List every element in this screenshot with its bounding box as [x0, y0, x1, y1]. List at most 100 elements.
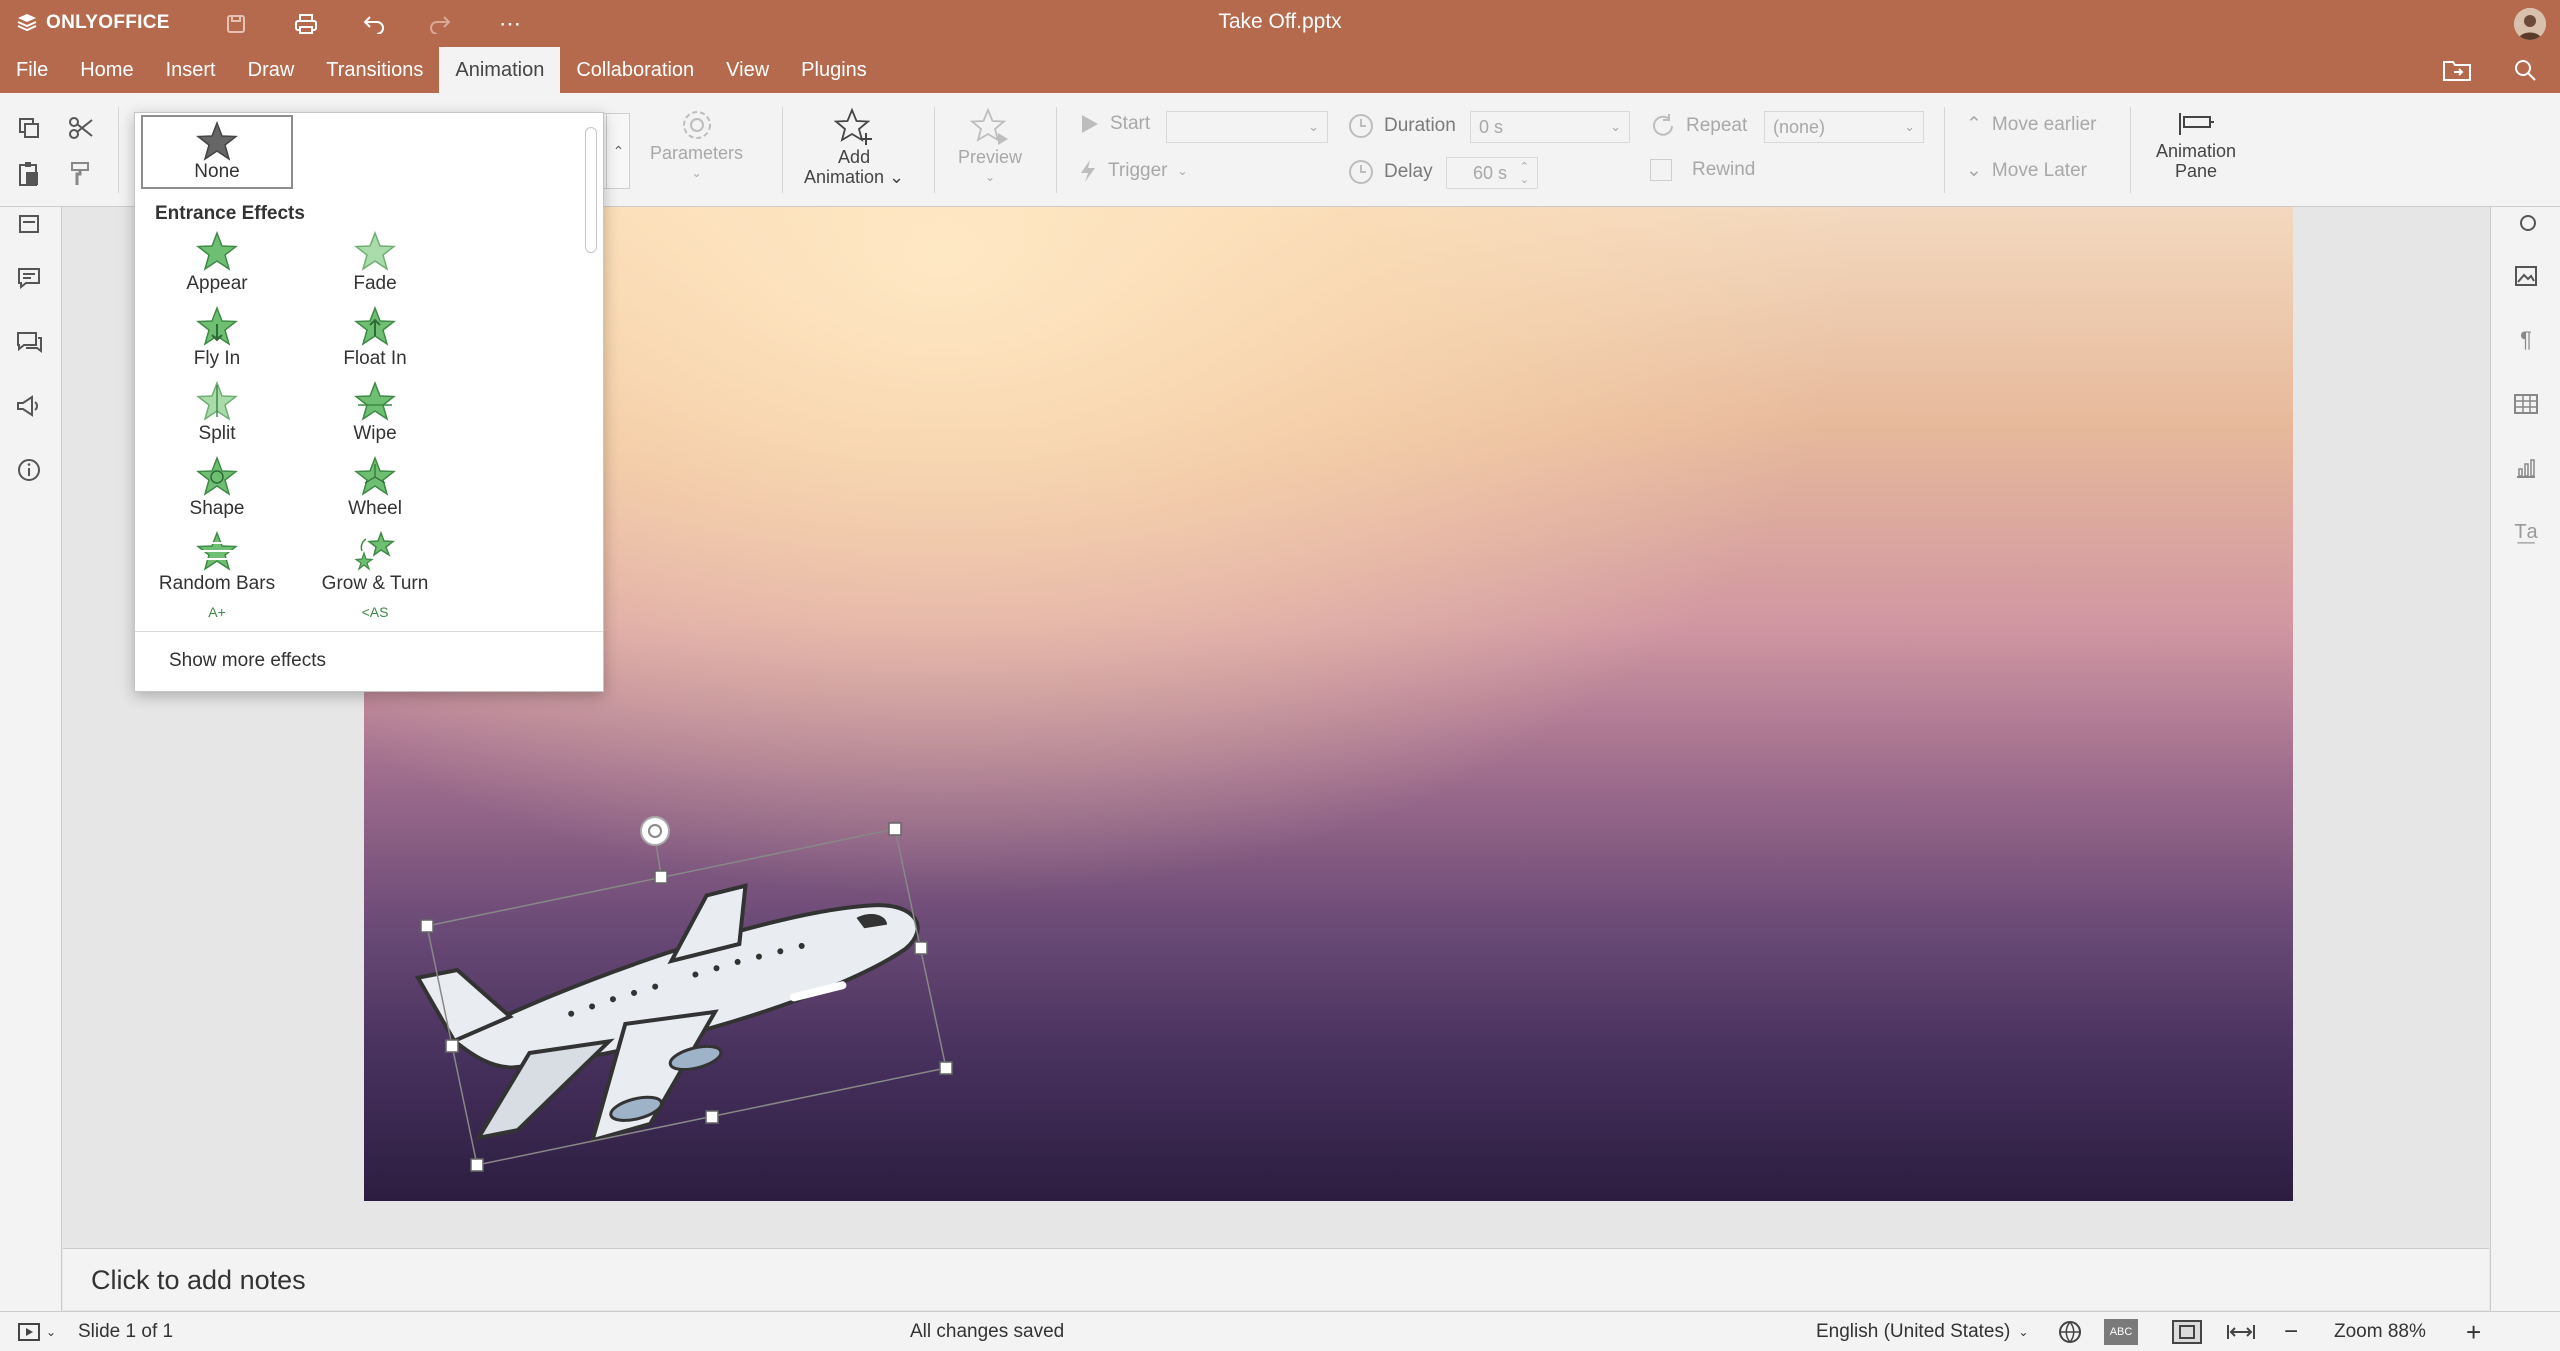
show-more-effects-link[interactable]: Show more effects [169, 650, 326, 672]
menu-animation[interactable]: Animation [439, 47, 561, 93]
effect-shape[interactable]: Shape [141, 456, 293, 528]
user-avatar[interactable] [2514, 8, 2546, 40]
preview-button[interactable]: Preview ⌄ [958, 107, 1022, 187]
redo-button[interactable] [420, 6, 460, 42]
slide-counter: Slide 1 of 1 [78, 1321, 174, 1342]
notes-panel[interactable]: Click to add notes [63, 1248, 2489, 1310]
spellcheck-button[interactable]: ABC [2104, 1312, 2138, 1351]
chevron-up-icon: ⌃ [612, 142, 625, 159]
duration-label: Duration [1384, 115, 1456, 136]
menu-file[interactable]: File [0, 47, 64, 93]
table-settings-button[interactable] [2509, 387, 2543, 421]
gear-icon [682, 111, 711, 139]
slides-panel-button[interactable] [12, 207, 46, 241]
search-button[interactable] [2508, 55, 2542, 85]
paragraph-settings-button[interactable]: ¶ [2509, 323, 2543, 357]
zoom-out-button[interactable]: − [2284, 1312, 2298, 1351]
effect-none[interactable]: None [141, 115, 293, 189]
cut-button[interactable] [64, 111, 98, 145]
repeat-select[interactable]: (none) ⌄ [1764, 111, 1924, 143]
effect-fly-in[interactable]: Fly In [141, 306, 293, 378]
resize-handle[interactable] [470, 1158, 484, 1172]
resize-handle[interactable] [914, 941, 928, 955]
fit-to-width-button[interactable] [2226, 1312, 2256, 1351]
fit-to-slide-button[interactable] [2172, 1312, 2202, 1351]
menu-insert[interactable]: Insert [150, 47, 232, 93]
add-animation-label-2: Animation ⌄ [804, 167, 905, 187]
zoom-level[interactable]: Zoom 88% [2334, 1312, 2426, 1351]
menu-view[interactable]: View [710, 47, 785, 93]
effect-wheel[interactable]: Wheel [299, 456, 451, 528]
effect-wipe[interactable]: Wipe [299, 381, 451, 453]
effect-grow-turn[interactable]: Grow & Turn [299, 531, 451, 603]
menu-collaboration[interactable]: Collaboration [560, 47, 710, 93]
text-art-settings-button[interactable]: T͟a [2509, 515, 2543, 549]
rewind-checkbox-group[interactable]: Rewind [1650, 159, 1755, 181]
zoom-in-button[interactable]: + [2466, 1312, 2481, 1351]
dropdown-scrollbar[interactable] [585, 127, 597, 253]
fit-slide-icon [2172, 1320, 2202, 1344]
document-language-button[interactable] [2058, 1312, 2082, 1351]
about-button[interactable] [12, 453, 46, 487]
save-button[interactable] [216, 6, 256, 42]
comments-button[interactable] [12, 261, 46, 295]
undo-icon [363, 16, 384, 34]
resize-handle[interactable] [705, 1110, 719, 1124]
trigger-button[interactable]: Trigger ⌄ [1078, 159, 1188, 183]
feedback-button[interactable] [12, 389, 46, 423]
menu-home[interactable]: Home [64, 47, 149, 93]
effect-float-in[interactable]: Float In [299, 306, 451, 378]
delay-spinner[interactable]: 60 s ⌃ ⌄ [1446, 157, 1538, 189]
resize-handle[interactable] [420, 919, 434, 933]
parameters-button[interactable]: Parameters ⌄ [650, 107, 743, 183]
image-settings-button[interactable] [2509, 259, 2543, 293]
chart-settings-button[interactable] [2509, 451, 2543, 485]
slide-canvas[interactable] [364, 207, 2293, 1201]
shape-settings-button[interactable] [2509, 207, 2543, 241]
rewind-checkbox[interactable] [1650, 159, 1672, 181]
airplane-image[interactable] [364, 207, 2293, 1201]
duration-value: 0 s [1479, 117, 1504, 137]
paste-button[interactable] [12, 157, 46, 191]
toolbar-separator [118, 107, 119, 193]
repeat-icon [1653, 114, 1673, 136]
resize-handle[interactable] [888, 822, 902, 836]
add-animation-button[interactable]: Add Animation ⌄ [804, 107, 904, 187]
duration-select[interactable]: 0 s ⌄ [1470, 111, 1630, 143]
add-animation-label: Add [838, 147, 871, 167]
menu-draw[interactable]: Draw [232, 47, 311, 93]
print-button[interactable] [286, 6, 326, 42]
start-select[interactable]: ⌄ [1166, 111, 1328, 143]
chevron-down-icon: ⌄ [984, 170, 996, 184]
language-selector[interactable]: English (United States) ⌄ [1816, 1312, 2028, 1351]
rotate-handle[interactable] [640, 816, 670, 846]
menu-transitions[interactable]: Transitions [310, 47, 439, 93]
resize-handle[interactable] [939, 1061, 953, 1075]
move-later-button[interactable]: ⌄ Move Later [1966, 159, 2087, 182]
effect-fade[interactable]: Fade [299, 231, 451, 303]
notes-placeholder[interactable]: Click to add notes [91, 1265, 306, 1296]
menu-plugins[interactable]: Plugins [785, 47, 883, 93]
format-painter-button[interactable] [64, 157, 98, 191]
resize-handle[interactable] [654, 870, 668, 884]
parameters-label: Parameters [650, 143, 744, 163]
move-earlier-button[interactable]: ⌃ Move earlier [1966, 113, 2096, 136]
undo-button[interactable] [354, 6, 394, 42]
resize-handle[interactable] [445, 1039, 459, 1053]
brand-name: ONLYOFFICE [46, 12, 170, 33]
redo-icon [430, 16, 451, 34]
effect-split[interactable]: Split [141, 381, 293, 453]
effect-appear[interactable]: Appear [141, 231, 293, 303]
open-file-location-button[interactable] [2440, 55, 2474, 85]
gallery-expand-button[interactable]: ⌃ [606, 113, 630, 189]
animation-pane-button[interactable]: Animation Pane [2156, 107, 2236, 181]
more-options-button[interactable]: ⋯ [490, 6, 530, 42]
chat-button[interactable] [12, 325, 46, 359]
copy-button[interactable] [12, 111, 46, 145]
effect-random-bars[interactable]: Random Bars [141, 531, 293, 603]
language-value: English (United States) [1816, 1321, 2011, 1342]
toolbar-separator [1056, 107, 1057, 193]
fit-width-icon [2227, 1325, 2255, 1339]
start-slideshow-button[interactable]: ⌄ [18, 1312, 56, 1351]
effect-partial-icon: A+ [208, 606, 226, 620]
